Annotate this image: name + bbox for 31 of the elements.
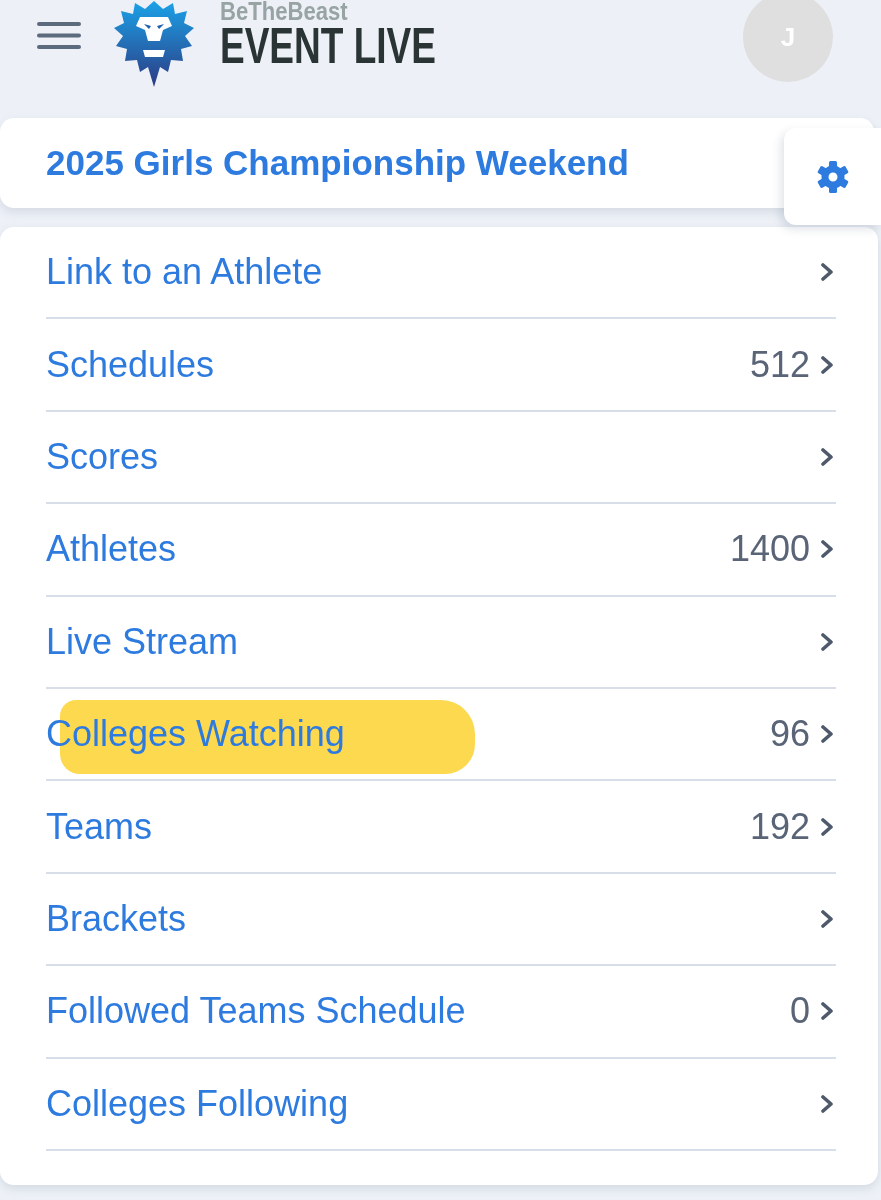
item-count: 96 [769, 713, 810, 756]
menu-icon[interactable] [37, 22, 81, 49]
menu-item[interactable]: Colleges Following [46, 1058, 836, 1151]
chevron-right-icon [821, 817, 833, 836]
menu-item[interactable]: Schedules 512 [46, 319, 836, 412]
brand-name: BeTheBeast [220, 0, 348, 24]
menu-item[interactable]: Link to an Athlete [46, 227, 836, 320]
menu-item[interactable]: Brackets [46, 873, 836, 967]
chevron-right-icon [821, 263, 833, 282]
menu-item[interactable]: Followed Teams Schedule 0 [46, 966, 836, 1059]
item-count: 1400 [729, 528, 810, 571]
chevron-right-icon [821, 725, 833, 744]
settings-button[interactable] [784, 128, 881, 225]
chevron-right-icon [821, 447, 833, 466]
chevron-right-icon [821, 1002, 833, 1021]
item-count: 0 [789, 990, 810, 1033]
menu-item[interactable]: Teams 192 [46, 781, 836, 874]
lion-logo-icon [113, 0, 195, 88]
settings-icon [816, 160, 849, 193]
item-count: 192 [749, 805, 810, 848]
chevron-right-icon [821, 1094, 833, 1113]
menu-item[interactable]: Athletes 1400 [46, 504, 836, 597]
chevron-right-icon [821, 632, 833, 651]
event-title: 2025 Girls Championship Weekend [46, 143, 629, 183]
menu-item[interactable]: Live Stream [46, 596, 836, 689]
chevron-right-icon [821, 540, 833, 559]
app-name: EVENT LIVE [220, 21, 436, 71]
chevron-right-icon [821, 909, 833, 928]
menu-item[interactable]: Scores [46, 411, 836, 505]
chevron-right-icon [821, 355, 833, 374]
item-count: 512 [749, 343, 810, 386]
